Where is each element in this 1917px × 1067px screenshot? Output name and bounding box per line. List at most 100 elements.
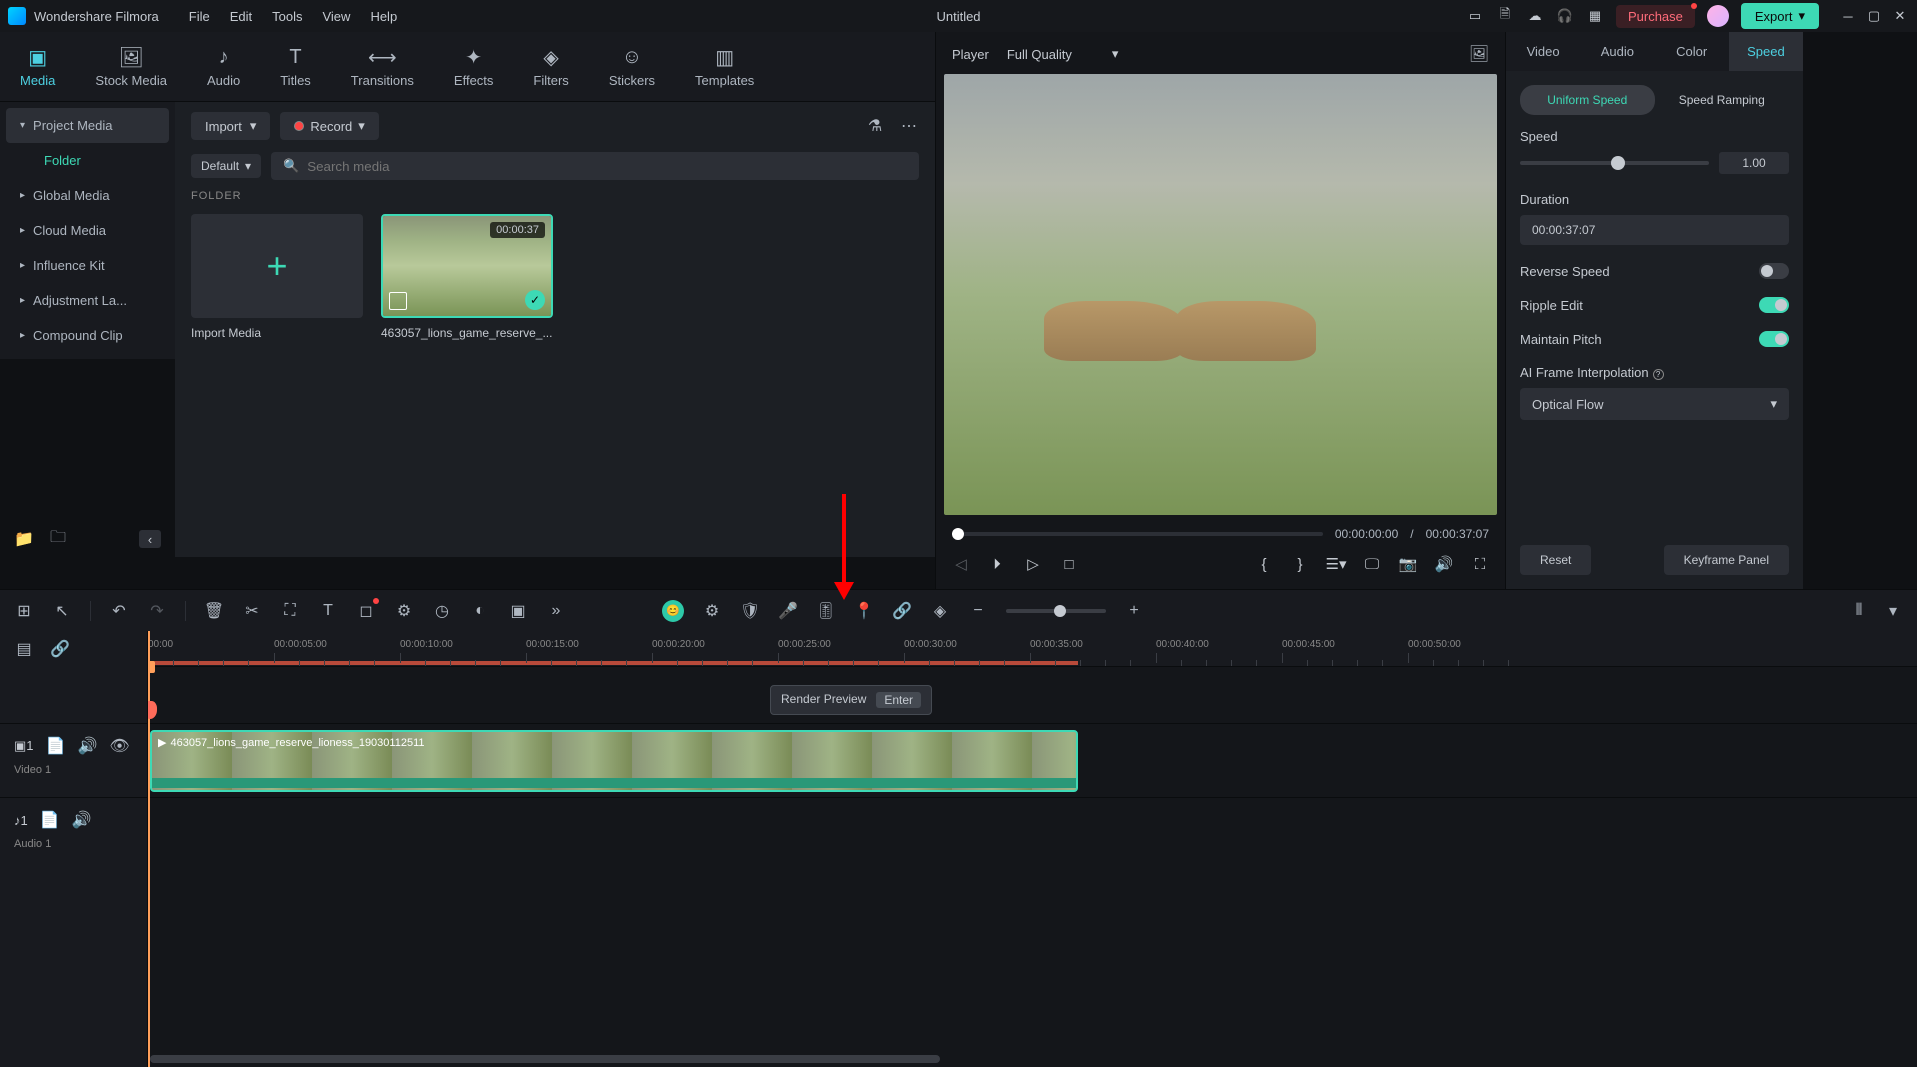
tab-stock-media[interactable]: 🖼Stock Media (95, 45, 167, 88)
prev-frame-icon[interactable]: ◁ (952, 555, 970, 573)
sidebar-folder[interactable]: Folder (6, 143, 169, 178)
headset-icon[interactable]: 🎧 (1556, 7, 1574, 25)
track-manager-icon[interactable]: ▤ (14, 639, 34, 659)
keyframe-panel-button[interactable]: Keyframe Panel (1664, 545, 1789, 575)
audio-track[interactable] (148, 797, 1917, 871)
duration-input[interactable]: 00:00:37:07 (1520, 215, 1789, 245)
record-button[interactable]: Record▾ (280, 112, 378, 140)
filter-icon[interactable]: ⚗ (865, 116, 885, 136)
crop-icon[interactable]: ⛶ (280, 601, 300, 621)
import-button[interactable]: Import▾ (191, 112, 270, 140)
menu-file[interactable]: File (189, 9, 210, 24)
timeline-scrollbar[interactable] (150, 1055, 940, 1063)
video-track[interactable]: ▶463057_lions_game_reserve_lioness_19030… (148, 723, 1917, 797)
volume-icon[interactable]: 🔊 (1435, 555, 1453, 573)
search-input[interactable] (307, 159, 907, 174)
menu-edit[interactable]: Edit (230, 9, 252, 24)
maximize-icon[interactable]: ▢ (1865, 7, 1883, 25)
undo-icon[interactable]: ↶ (109, 601, 129, 621)
purchase-button[interactable]: Purchase (1616, 5, 1695, 28)
prop-tab-speed[interactable]: Speed (1729, 32, 1803, 71)
video-clip[interactable]: ▶463057_lions_game_reserve_lioness_19030… (150, 730, 1078, 792)
mark-in-icon[interactable]: { (1255, 555, 1273, 573)
apps-icon[interactable]: ▦ (1586, 7, 1604, 25)
ripple-toggle[interactable] (1759, 297, 1789, 313)
zoom-handle[interactable] (1054, 605, 1066, 617)
slider-handle[interactable] (1611, 156, 1625, 170)
delete-icon[interactable]: 🗑 (204, 601, 224, 621)
zoom-out-icon[interactable]: − (968, 601, 988, 621)
speed-value[interactable]: 1.00 (1719, 152, 1789, 174)
player-scrubber[interactable] (952, 532, 1323, 536)
minimize-icon[interactable]: ─ (1839, 7, 1857, 25)
collapse-sidebar-button[interactable]: ‹ (139, 530, 161, 548)
text-icon[interactable]: T (318, 601, 338, 621)
mark-out-icon[interactable]: } (1291, 555, 1309, 573)
video-track-header[interactable]: ▣1 📄 🔊 👁 Video 1 (0, 723, 147, 797)
quality-dropdown[interactable]: Full Quality▾ (1007, 46, 1119, 62)
prop-tab-audio[interactable]: Audio (1580, 32, 1654, 71)
cut-icon[interactable]: ✂ (242, 601, 262, 621)
fullscreen-icon[interactable]: ⛶ (1471, 555, 1489, 573)
camera-icon[interactable]: 📷 (1399, 555, 1417, 573)
shield-icon[interactable]: 🛡 (740, 601, 760, 621)
timeline-ruler[interactable]: 00:0000:00:05:0000:00:10:0000:00:15:0000… (148, 631, 1917, 667)
play-icon[interactable]: ▷ (1024, 555, 1042, 573)
keyframe-icon[interactable]: ◈ (930, 601, 950, 621)
tab-stickers[interactable]: ☺Stickers (609, 45, 655, 88)
more-icon[interactable]: ⋯ (899, 116, 919, 136)
transform-icon[interactable]: ▣ (508, 601, 528, 621)
select-icon[interactable]: ↖ (52, 601, 72, 621)
export-button[interactable]: Export ▾ (1741, 3, 1819, 29)
prop-tab-video[interactable]: Video (1506, 32, 1580, 71)
close-icon[interactable]: ✕ (1891, 7, 1909, 25)
cloud-upload-icon[interactable]: ☁ (1526, 7, 1544, 25)
tab-speed-ramping[interactable]: Speed Ramping (1655, 85, 1790, 115)
tab-uniform-speed[interactable]: Uniform Speed (1520, 85, 1655, 115)
scrubber-handle[interactable] (952, 528, 964, 540)
sidebar-cloud-media[interactable]: ▸Cloud Media (6, 213, 169, 248)
track-options-icon[interactable]: ▾ (1883, 601, 1903, 621)
snapshot-icon[interactable]: 🖼 (1469, 44, 1489, 64)
new-folder-icon[interactable]: 📁 (14, 529, 34, 549)
new-bin-icon[interactable]: 🗀 (48, 529, 68, 549)
audio-track-header[interactable]: ♪1 📄 🔊 Audio 1 (0, 797, 147, 871)
playhead[interactable] (148, 631, 150, 1067)
display-mode-icon[interactable]: 🖵 (1363, 555, 1381, 573)
tab-titles[interactable]: TTitles (280, 45, 311, 88)
play-step-icon[interactable]: ⏵ (988, 555, 1006, 573)
mute-icon[interactable]: 🔊 (72, 810, 92, 830)
video-preview[interactable] (944, 74, 1497, 515)
render-icon[interactable]: ⚙ (702, 601, 722, 621)
sidebar-influence-kit[interactable]: ▸Influence Kit (6, 248, 169, 283)
menu-help[interactable]: Help (370, 9, 397, 24)
marker-nav-icon[interactable]: 📍 (854, 601, 874, 621)
pitch-toggle[interactable] (1759, 331, 1789, 347)
import-media-tile[interactable]: + Import Media (191, 214, 363, 340)
media-clip-tile[interactable]: 00:00:37 ✓ 463057_lions_game_reserve_... (381, 214, 553, 340)
mute-icon[interactable]: 🔊 (78, 736, 98, 756)
track-view-icon[interactable]: ⫴ (1849, 601, 1869, 621)
redo-icon[interactable]: ↷ (147, 601, 167, 621)
save-icon[interactable]: 🗎 (1496, 7, 1514, 25)
speed-slider[interactable] (1520, 161, 1709, 165)
ai-interp-dropdown[interactable]: Optical Flow ▾ (1520, 388, 1789, 420)
reverse-toggle[interactable] (1759, 263, 1789, 279)
device-icon[interactable]: ▭ (1466, 7, 1484, 25)
sidebar-project-media[interactable]: ▾Project Media (6, 108, 169, 143)
link-icon[interactable]: 🔗 (892, 601, 912, 621)
sidebar-adjustment-layer[interactable]: ▸Adjustment La... (6, 283, 169, 318)
audio-mix-icon[interactable]: 🎚 (816, 601, 836, 621)
sort-dropdown[interactable]: Default▾ (191, 154, 261, 178)
sidebar-global-media[interactable]: ▸Global Media (6, 178, 169, 213)
display-options-icon[interactable]: ☰▾ (1327, 555, 1345, 573)
timeline-content[interactable]: 00:0000:00:05:0000:00:10:0000:00:15:0000… (148, 631, 1917, 1067)
grid-icon[interactable]: ⊞ (14, 601, 34, 621)
tab-transitions[interactable]: ⟷Transitions (351, 45, 414, 88)
zoom-in-icon[interactable]: + (1124, 601, 1144, 621)
mic-icon[interactable]: 🎤 (778, 601, 798, 621)
speed-ctl-icon[interactable]: ◷ (432, 601, 452, 621)
stop-icon[interactable]: □ (1060, 555, 1078, 573)
tab-media[interactable]: ▣Media (20, 45, 55, 88)
tab-filters[interactable]: ◈Filters (533, 45, 568, 88)
